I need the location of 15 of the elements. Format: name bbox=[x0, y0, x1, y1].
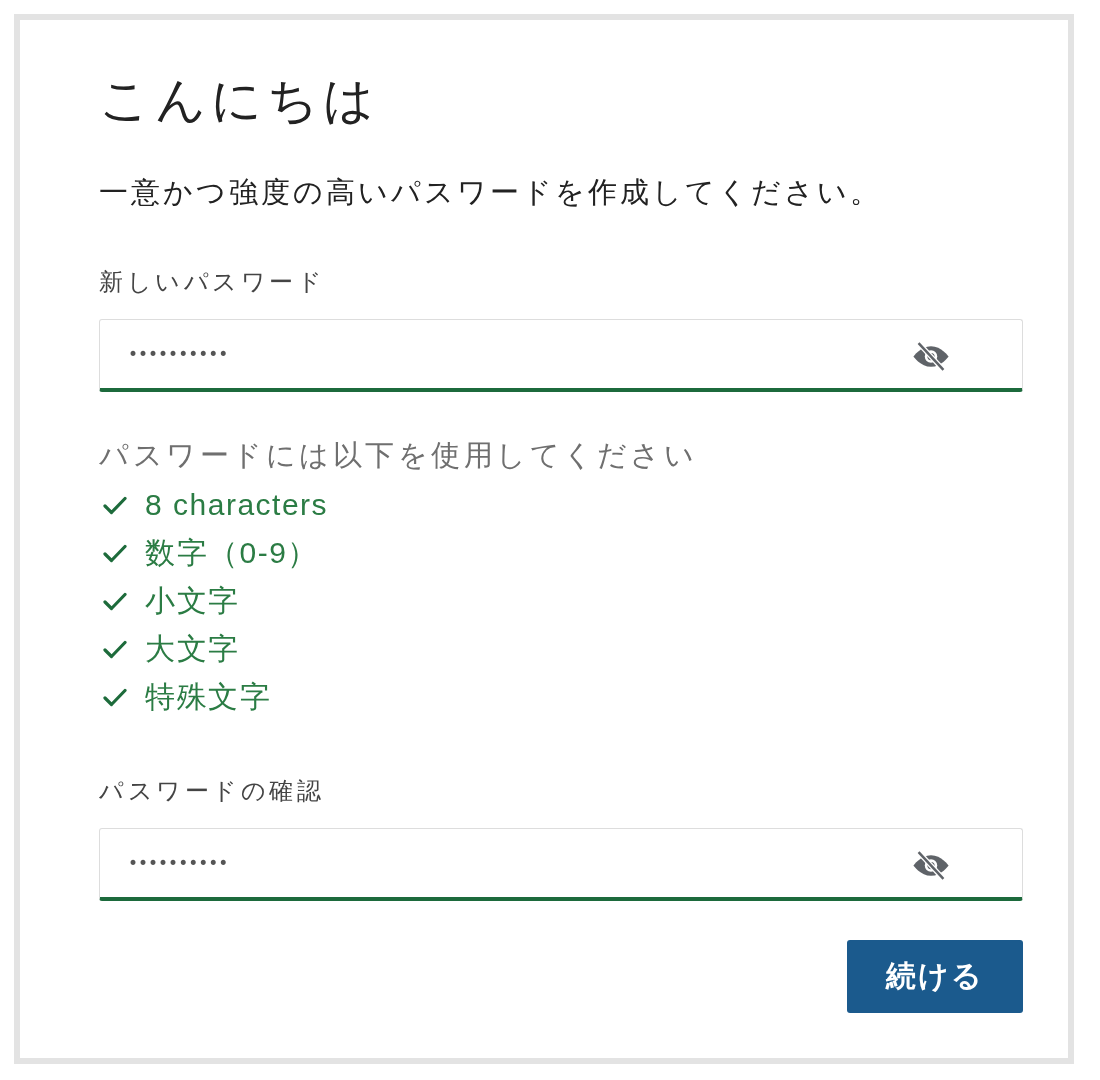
confirm-password-field[interactable]: •••••••••• bbox=[99, 828, 1023, 901]
requirement-text: 数字（0-9） bbox=[145, 535, 319, 571]
field-label: パスワードの確認 bbox=[99, 776, 325, 806]
page-heading: こんにちは bbox=[99, 71, 380, 130]
requirement-text: 8 characters bbox=[145, 487, 329, 523]
requirement-text: 小文字 bbox=[145, 583, 240, 619]
password-field[interactable]: •••••••••• bbox=[99, 319, 1023, 392]
continue-button[interactable]: 続ける bbox=[847, 940, 1023, 1013]
instruction-text: 一意かつ強度の高いパスワードを作成してください。 bbox=[99, 175, 883, 210]
requirement-text: 大文字 bbox=[145, 631, 240, 667]
requirements-heading: パスワードには以下を使用してください bbox=[99, 438, 698, 473]
field-label: 新しいパスワード bbox=[99, 267, 326, 297]
eye-slash-icon[interactable] bbox=[912, 342, 950, 371]
eye-slash-icon[interactable] bbox=[912, 851, 950, 880]
requirement-text: 特殊文字 bbox=[145, 679, 271, 715]
